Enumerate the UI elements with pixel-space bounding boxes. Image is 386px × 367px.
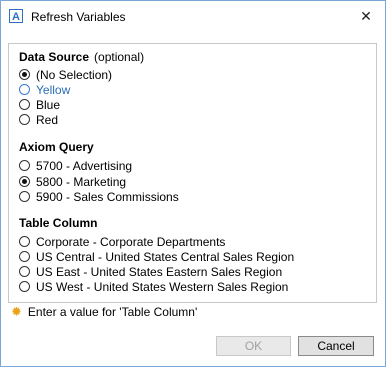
option-label: US Central - United States Central Sales… [36,250,295,264]
table-column-heading: Table Column [19,216,98,230]
radio-button[interactable] [19,236,30,248]
radio-no-selection[interactable]: (No Selection) [19,68,112,83]
window-title: Refresh Variables [31,10,126,24]
status-text: Enter a value for 'Table Column' [27,305,198,319]
option-label: Red [36,113,59,127]
option-label: 5900 - Sales Commissions [36,190,179,204]
app-icon: A [9,9,23,23]
radio-us-central[interactable]: US Central - United States Central Sales… [19,250,294,265]
option-label: 5800 - Marketing [36,175,127,189]
sun-icon: ✹ [11,304,22,319]
radio-button[interactable] [19,266,30,278]
radio-us-west[interactable]: US West - United States Western Sales Re… [19,280,288,295]
refresh-variables-dialog: A Refresh Variables ✕ Data Source (option… [0,0,386,367]
radio-button[interactable] [19,114,30,126]
option-label: Yellow [36,83,71,97]
variables-panel: Data Source (optional) (No Selection) Yel… [8,43,377,303]
radio-5900-sales-commissions[interactable]: 5900 - Sales Commissions [19,190,179,205]
axiom-query-heading: Axiom Query [19,140,94,154]
radio-5800-marketing[interactable]: 5800 - Marketing [19,175,126,190]
radio-button[interactable] [19,160,30,172]
radio-button[interactable] [19,84,30,96]
option-label: 5700 - Advertising [36,159,133,173]
radio-red[interactable]: Red [19,113,58,128]
data-source-heading: Data Source (optional) [19,50,144,64]
status-message: ✹ Enter a value for 'Table Column' [11,304,197,320]
ok-button[interactable]: OK [216,336,291,356]
option-label: Blue [36,98,61,112]
radio-button[interactable] [19,281,30,293]
option-label: US East - United States Eastern Sales Re… [36,265,283,279]
option-label: Corporate - Corporate Departments [36,235,226,249]
radio-button[interactable] [19,69,30,81]
optional-label: (optional) [94,50,145,64]
cancel-button[interactable]: Cancel [298,336,374,356]
option-label: (No Selection) [36,68,113,82]
radio-5700-advertising[interactable]: 5700 - Advertising [19,159,132,174]
data-source-label: Data Source [19,50,90,64]
radio-button[interactable] [19,99,30,111]
radio-button[interactable] [19,251,30,263]
title-bar: A Refresh Variables ✕ [1,1,385,33]
radio-us-east[interactable]: US East - United States Eastern Sales Re… [19,265,282,280]
option-label: US West - United States Western Sales Re… [36,280,289,294]
radio-corporate[interactable]: Corporate - Corporate Departments [19,235,225,250]
radio-yellow[interactable]: Yellow [19,83,70,98]
close-button[interactable]: ✕ [357,6,375,26]
radio-button[interactable] [19,176,30,188]
radio-button[interactable] [19,191,30,203]
radio-blue[interactable]: Blue [19,98,60,113]
